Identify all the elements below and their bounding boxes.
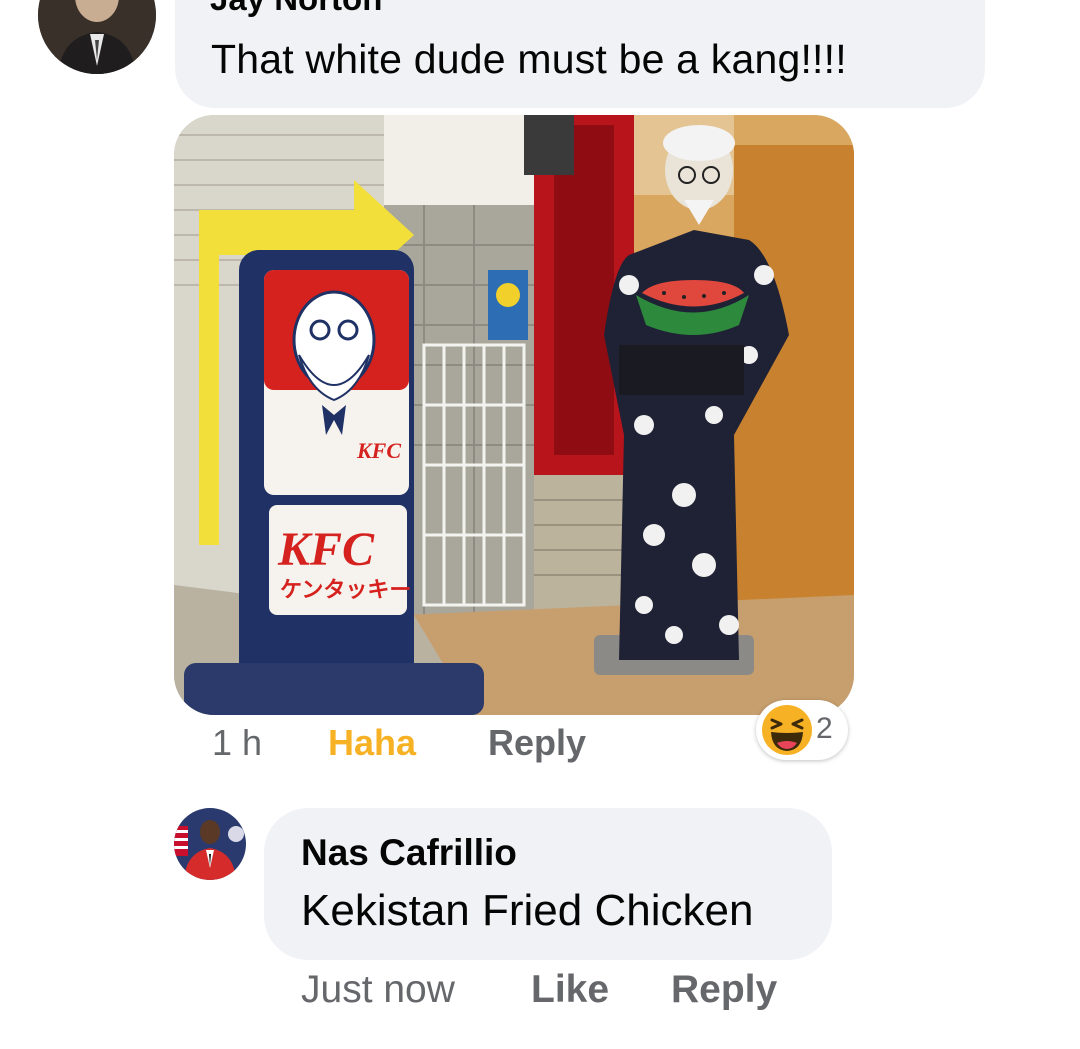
haha-reaction-button[interactable]: Haha: [328, 722, 416, 764]
comment-author[interactable]: Nas Cafrillio: [301, 832, 517, 874]
comment-timestamp[interactable]: Just now: [301, 968, 455, 1012]
sign-katakana-text: ケンタッキー: [280, 578, 411, 603]
avatar-jay-norton[interactable]: [38, 0, 156, 74]
comment-photo[interactable]: KFC KFC ケンタッキー: [174, 115, 854, 715]
comment-text: That white dude must be a kang!!!!: [211, 36, 847, 82]
reaction-summary[interactable]: 2: [756, 700, 848, 760]
sign-kfc-small-text: KFC: [356, 438, 401, 463]
comment-timestamp[interactable]: 1 h: [212, 722, 262, 764]
avatar-photo: [174, 808, 246, 880]
reply-button[interactable]: Reply: [488, 722, 586, 764]
like-button[interactable]: Like: [531, 968, 609, 1012]
haha-emoji-icon: [762, 705, 812, 755]
comment-author[interactable]: Jay Norton: [210, 0, 382, 18]
sign-kfc-logo-text: KFC: [277, 523, 375, 576]
kfc-colonel-photo: KFC KFC ケンタッキー: [174, 115, 854, 715]
reply-button[interactable]: Reply: [671, 968, 777, 1012]
comment-bubble: [264, 808, 832, 960]
comment-text: Kekistan Fried Chicken: [301, 886, 754, 935]
avatar-photo: [38, 0, 156, 74]
reaction-count: 2: [816, 712, 833, 745]
avatar-nas-cafrillio[interactable]: [174, 808, 246, 880]
